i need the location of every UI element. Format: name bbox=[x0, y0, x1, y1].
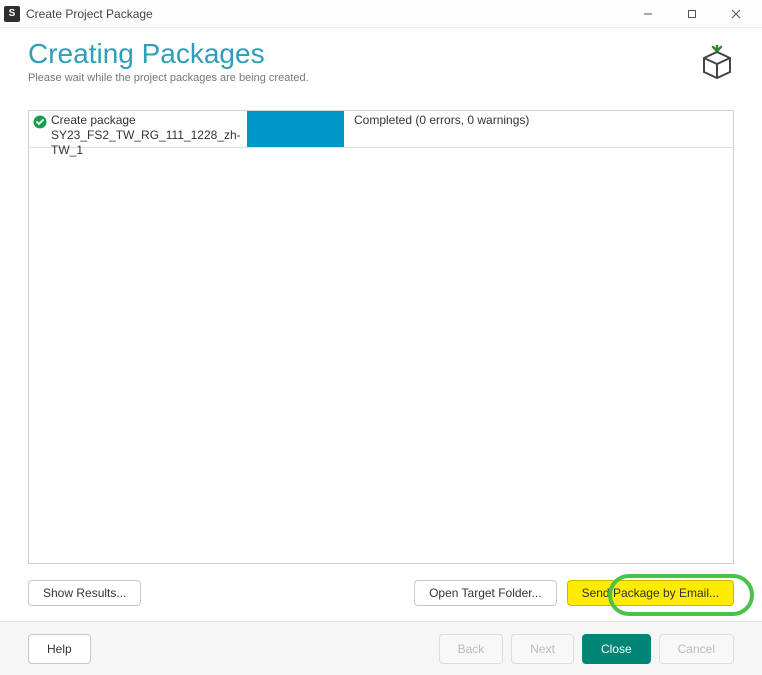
row-file-label: SY23_FS2_TW_RG_111_1228_zh-TW_1 bbox=[51, 128, 243, 158]
row-name-cell: Create package SY23_FS2_TW_RG_111_1228_z… bbox=[29, 111, 247, 147]
window-controls bbox=[626, 0, 758, 28]
content-area: Create package SY23_FS2_TW_RG_111_1228_z… bbox=[0, 90, 762, 572]
page-header: Creating Packages Please wait while the … bbox=[0, 28, 762, 90]
close-window-button[interactable] bbox=[714, 0, 758, 28]
help-button[interactable]: Help bbox=[28, 634, 91, 664]
back-button[interactable]: Back bbox=[439, 634, 504, 664]
window-titlebar: S Create Project Package bbox=[0, 0, 762, 28]
show-results-button[interactable]: Show Results... bbox=[28, 580, 141, 606]
open-target-folder-button[interactable]: Open Target Folder... bbox=[414, 580, 557, 606]
maximize-button[interactable] bbox=[670, 0, 714, 28]
page-title: Creating Packages bbox=[28, 38, 734, 70]
check-circle-icon bbox=[33, 115, 47, 129]
app-icon: S bbox=[4, 6, 20, 22]
close-button[interactable]: Close bbox=[582, 634, 651, 664]
row-action-label: Create package bbox=[51, 113, 243, 128]
table-row: Create package SY23_FS2_TW_RG_111_1228_z… bbox=[29, 111, 733, 148]
row-status-label: Completed (0 errors, 0 warnings) bbox=[348, 111, 733, 147]
next-button[interactable]: Next bbox=[511, 634, 574, 664]
action-row: Show Results... Open Target Folder... Se… bbox=[0, 572, 762, 606]
wizard-footer: Help Back Next Close Cancel bbox=[0, 621, 762, 675]
package-box-icon bbox=[698, 42, 736, 80]
send-package-email-button[interactable]: Send Package by Email... bbox=[567, 580, 734, 606]
window-title: Create Project Package bbox=[26, 7, 626, 21]
cancel-button[interactable]: Cancel bbox=[659, 634, 734, 664]
minimize-button[interactable] bbox=[626, 0, 670, 28]
packages-grid: Create package SY23_FS2_TW_RG_111_1228_z… bbox=[28, 110, 734, 564]
page-subtitle: Please wait while the project packages a… bbox=[28, 72, 734, 84]
row-progress-bar bbox=[247, 111, 344, 147]
